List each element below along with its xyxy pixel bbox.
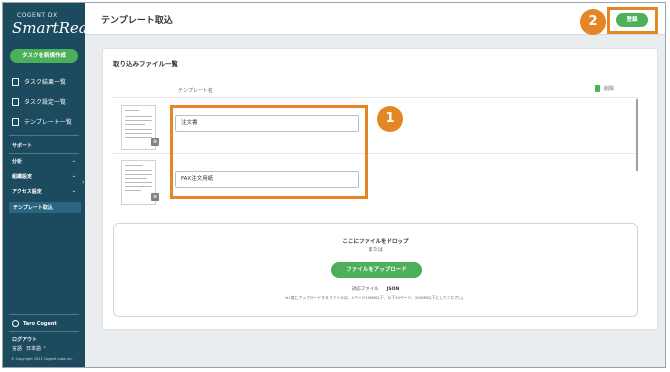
sidebar-item-task-settings[interactable]: タスク設定一覧	[12, 97, 66, 106]
thumb-line	[125, 174, 152, 175]
zoom-icon[interactable]: ⊕	[151, 193, 159, 201]
sidebar: COGENT DX SmartRead タスクを新規作成 タスク結果一覧 タスク…	[3, 3, 97, 367]
delete-all-button[interactable]: 削除	[595, 85, 614, 92]
sidebar-section-access-settings[interactable]: アクセス設定 ⌄	[12, 188, 76, 195]
sidebar-item-label: テンプレート一覧	[24, 119, 72, 126]
dropzone-title: ここにファイルをドロップ	[342, 239, 409, 245]
divider	[9, 135, 79, 136]
sidebar-section-support[interactable]: サポート	[12, 142, 76, 149]
language-selector[interactable]: 言語 日本語 ⌃	[12, 345, 47, 352]
task-results-icon	[12, 77, 19, 86]
section-label: 組織設定	[12, 174, 33, 180]
new-task-button[interactable]: タスクを新規作成	[10, 49, 78, 63]
language-label: 言語	[12, 346, 23, 352]
dropzone-or: または	[367, 247, 383, 253]
upload-file-button[interactable]: ファイルをアップロード	[331, 262, 422, 278]
highlight-box-1	[170, 105, 368, 199]
scrollbar[interactable]	[636, 99, 638, 171]
sidebar-item-label: タスク結果一覧	[24, 79, 67, 86]
sidebar-item-label: タスク設定一覧	[24, 99, 67, 106]
divider	[9, 153, 79, 154]
column-header-template-name: テンプレート名	[178, 88, 213, 94]
sidebar-section-analytics[interactable]: 分析 ⌄	[12, 158, 76, 165]
page-header: テンプレート取込 登録	[85, 3, 665, 35]
column-header-delete: 削除	[604, 86, 615, 92]
thumb-line	[125, 129, 152, 130]
app-window: COGENT DX SmartRead タスクを新規作成 タスク結果一覧 タスク…	[2, 2, 666, 368]
trash-icon	[595, 85, 600, 92]
sidebar-item-templates[interactable]: テンプレート一覧	[12, 117, 72, 126]
chevron-down-icon: ⌄	[71, 158, 76, 164]
thumb-line	[125, 120, 152, 121]
logout-link[interactable]: ログアウト	[12, 336, 37, 343]
chevron-down-icon: ⌄	[71, 188, 76, 194]
thumb-line	[125, 137, 152, 138]
thumb-line	[125, 170, 152, 171]
divider	[113, 97, 638, 98]
thumb-line	[125, 190, 141, 191]
page-title: テンプレート取込	[101, 16, 173, 26]
highlight-box-2	[607, 7, 658, 34]
sidebar-item-task-results[interactable]: タスク結果一覧	[12, 77, 66, 86]
user-menu[interactable]: Taro Cogent	[12, 320, 57, 327]
language-value: 日本語 ⌃	[26, 346, 47, 352]
callout-badge-1: 1	[377, 106, 403, 132]
document-icon	[12, 97, 19, 106]
thumb-line	[125, 110, 139, 111]
callout-badge-2: 2	[580, 9, 606, 35]
zoom-icon[interactable]: ⊕	[151, 138, 159, 146]
sidebar-item-label: テンプレート取込	[13, 205, 53, 211]
section-label: アクセス設定	[12, 189, 42, 195]
sidebar-section-org-settings[interactable]: 組織設定 ⌄	[12, 173, 76, 180]
supported-label: 対応ファイル	[351, 287, 379, 292]
section-label: 分析	[12, 159, 23, 165]
thumb-line	[125, 124, 145, 125]
brand-subtitle: COGENT DX	[17, 12, 58, 19]
thumb-line	[125, 165, 143, 166]
divider	[9, 331, 79, 332]
sidebar-item-template-import[interactable]: テンプレート取込	[9, 202, 81, 213]
collapse-sidebar-icon[interactable]: ‹	[82, 179, 87, 187]
copyright: © Copyright 2021 Cogent Labs Inc.	[11, 357, 74, 361]
card-title: 取り込みファイル一覧	[113, 60, 178, 68]
template-icon	[12, 117, 19, 126]
thumb-line	[125, 116, 152, 117]
supported-value: JSON	[386, 287, 400, 292]
thumb-line	[125, 182, 152, 183]
divider	[9, 314, 79, 315]
section-label: サポート	[12, 143, 33, 149]
thumb-line	[125, 186, 152, 187]
file-dropzone[interactable]: ここにファイルをドロップ または ファイルをアップロード 対応ファイル JSON …	[113, 223, 638, 317]
supported-files: 対応ファイル JSON	[114, 286, 637, 292]
user-icon	[12, 320, 19, 327]
thumb-line	[125, 178, 147, 179]
user-name: Taro Cogent	[23, 320, 57, 327]
thumb-line	[125, 133, 152, 134]
upload-note: ※1度にアップロードするファイルは、1ページ10MB以下、以下10ページ、200…	[285, 295, 466, 300]
chevron-down-icon: ⌄	[71, 173, 76, 179]
